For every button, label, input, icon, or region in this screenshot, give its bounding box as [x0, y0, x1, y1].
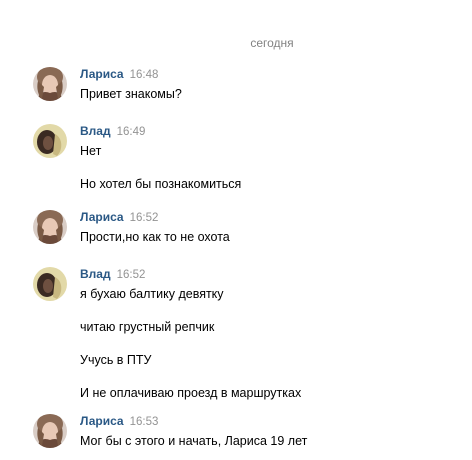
message-text: Мог бы с этого и начать, Лариса 19 лет	[80, 434, 308, 448]
message-header: Влад 16:52	[80, 267, 450, 281]
message-header: Лариса 16:53	[80, 414, 450, 428]
message-text: Нет	[80, 144, 102, 158]
message-text: читаю грустный репчик	[80, 320, 215, 334]
message-text: И не оплачиваю проезд в маршрутках	[80, 386, 302, 400]
message-text: Учусь в ПТУ	[80, 353, 152, 367]
timestamp[interactable]: 16:53	[130, 416, 159, 428]
timestamp[interactable]: 16:52	[130, 212, 159, 224]
message-header: Влад 16:49	[80, 124, 450, 138]
message-header: Лариса 16:48	[80, 67, 450, 81]
author-link[interactable]: Лариса	[80, 414, 124, 428]
message-text: Прости,но как то не охота	[80, 230, 230, 244]
vlad-avatar[interactable]	[33, 124, 67, 158]
larisa-avatar[interactable]	[33, 210, 67, 244]
author-link[interactable]: Влад	[80, 267, 111, 281]
larisa-avatar[interactable]	[33, 67, 67, 101]
message-text: Привет знакомы?	[80, 87, 182, 101]
author-link[interactable]: Лариса	[80, 210, 124, 224]
message-text: я бухаю балтику девятку	[80, 287, 224, 301]
message-text: Но хотел бы познакомиться	[80, 177, 242, 191]
date-separator-label: сегодня	[250, 36, 294, 50]
timestamp[interactable]: 16:49	[117, 126, 146, 138]
timestamp[interactable]: 16:48	[130, 69, 159, 81]
date-separator: сегодня	[0, 36, 472, 50]
timestamp[interactable]: 16:52	[117, 269, 146, 281]
author-link[interactable]: Влад	[80, 124, 111, 138]
message-header: Лариса 16:52	[80, 210, 450, 224]
author-link[interactable]: Лариса	[80, 67, 124, 81]
vlad-avatar[interactable]	[33, 267, 67, 301]
larisa-avatar[interactable]	[33, 414, 67, 448]
